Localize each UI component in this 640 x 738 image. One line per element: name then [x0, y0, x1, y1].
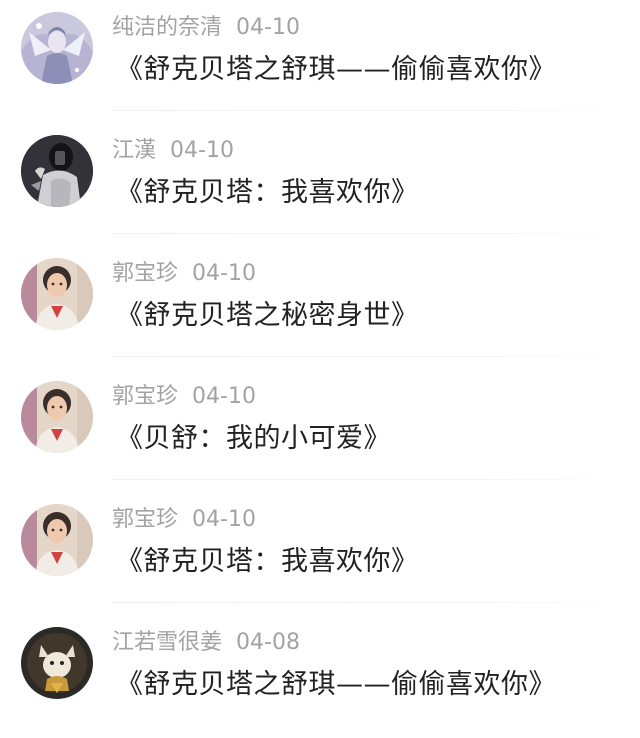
comment-item[interactable]: 郭宝珍 04-10 《舒克贝塔之秘密身世》: [0, 246, 640, 369]
comment-date: 04-10: [236, 15, 300, 40]
divider: [112, 356, 640, 357]
comment-item[interactable]: 江漢 04-10 《舒克贝塔：我喜欢你》: [0, 123, 640, 246]
avatar[interactable]: [21, 258, 93, 330]
comment-item[interactable]: 郭宝珍 04-10 《舒克贝塔：我喜欢你》: [0, 492, 640, 615]
comment-text: 《贝舒：我的小可爱》: [116, 423, 391, 454]
author-name[interactable]: 郭宝珍: [112, 507, 178, 532]
comment-meta: 郭宝珍 04-10: [112, 506, 256, 534]
comment-item[interactable]: 江若雪很姜 04-08 《舒克贝塔之舒琪——偷偷喜欢你》: [0, 615, 640, 738]
author-name[interactable]: 纯洁的奈清: [112, 15, 222, 40]
divider: [112, 479, 640, 480]
comment-meta: 郭宝珍 04-10: [112, 260, 256, 288]
woman-portrait-avatar-icon: [21, 258, 93, 330]
comment-text: 《舒克贝塔之舒琪——偷偷喜欢你》: [116, 54, 556, 85]
divider: [112, 110, 640, 111]
author-name[interactable]: 郭宝珍: [112, 384, 178, 409]
author-name[interactable]: 江漢: [112, 138, 156, 163]
author-name[interactable]: 郭宝珍: [112, 261, 178, 286]
avatar[interactable]: [21, 381, 93, 453]
comment-list: 纯洁的奈清 04-10 《舒克贝塔之舒琪——偷偷喜欢你》 江漢 04-10 《舒克贝…: [0, 0, 640, 719]
dark-selfie-avatar-icon: [21, 135, 93, 207]
divider: [112, 233, 640, 234]
comment-item[interactable]: 纯洁的奈清 04-10 《舒克贝塔之舒琪——偷偷喜欢你》: [0, 0, 640, 123]
comment-text: 《舒克贝塔之舒琪——偷偷喜欢你》: [116, 669, 556, 700]
comment-meta: 江若雪很姜 04-08: [112, 629, 300, 657]
comment-text: 《舒克贝塔之秘密身世》: [116, 300, 419, 331]
author-name[interactable]: 江若雪很姜: [112, 630, 222, 655]
comment-date: 04-10: [192, 384, 256, 409]
woman-portrait-avatar-icon: [21, 504, 93, 576]
comment-meta: 郭宝珍 04-10: [112, 383, 256, 411]
comment-date: 04-08: [236, 630, 300, 655]
woman-portrait-avatar-icon: [21, 381, 93, 453]
comment-date: 04-10: [192, 261, 256, 286]
comment-text: 《舒克贝塔：我喜欢你》: [116, 177, 419, 208]
avatar[interactable]: [21, 135, 93, 207]
avatar[interactable]: [21, 12, 93, 84]
cartoon-creature-avatar-icon: [21, 627, 93, 699]
comment-date: 04-10: [170, 138, 234, 163]
comment-meta: 江漢 04-10: [112, 137, 234, 165]
avatar[interactable]: [21, 504, 93, 576]
comment-meta: 纯洁的奈清 04-10: [112, 14, 300, 42]
comment-text: 《舒克贝塔：我喜欢你》: [116, 546, 419, 577]
comment-item[interactable]: 郭宝珍 04-10 《贝舒：我的小可爱》: [0, 369, 640, 492]
comment-date: 04-10: [192, 507, 256, 532]
avatar[interactable]: [21, 627, 93, 699]
divider: [112, 602, 640, 603]
anime-winged-figure-avatar-icon: [21, 12, 93, 84]
